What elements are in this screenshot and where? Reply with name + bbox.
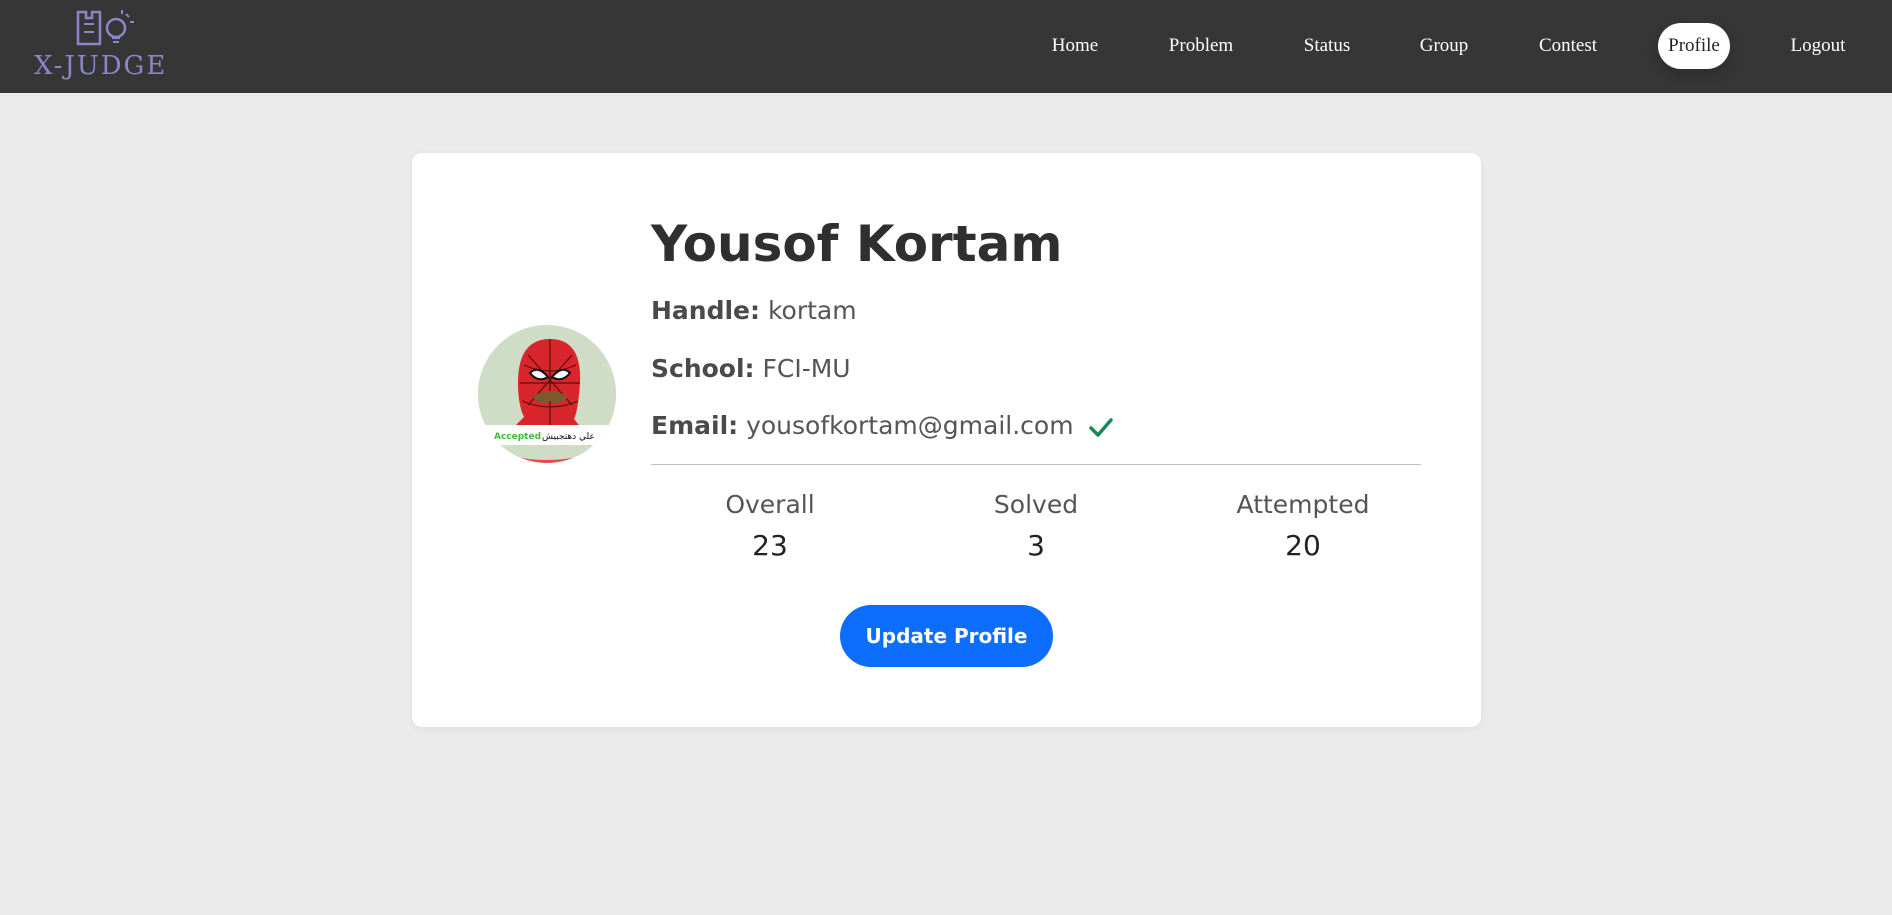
top-navbar: X-JUDGE Home Problem Status Group Contes… (0, 0, 1892, 93)
handle-label: Handle: (651, 296, 761, 325)
handle-row: Handle: kortam (651, 296, 857, 325)
profile-name: Yousof Kortam (651, 215, 1063, 273)
stat-attempted-label: Attempted (1236, 490, 1370, 519)
logo-text: X-JUDGE (34, 51, 168, 81)
svg-text:Accepted: Accepted (494, 432, 541, 442)
svg-text:علي دهتجبيش: علي دهتجبيش (542, 432, 595, 442)
nav-contest[interactable]: Contest (1536, 23, 1600, 69)
logo[interactable]: X-JUDGE (34, 8, 165, 81)
update-profile-button[interactable]: Update Profile (840, 605, 1053, 667)
divider (651, 464, 1421, 465)
logo-icon (76, 10, 134, 46)
stat-attempted-value: 20 (1285, 529, 1321, 562)
email-value: yousofkortam@gmail.com (746, 411, 1074, 440)
stat-attempted: Attempted 20 (1203, 490, 1403, 562)
nav-logout[interactable]: Logout (1788, 23, 1848, 69)
nav-home[interactable]: Home (1048, 23, 1102, 69)
avatar: Accepted علي دهتجبيش (478, 325, 616, 463)
school-value: FCI-MU (762, 354, 851, 383)
nav-problem[interactable]: Problem (1164, 23, 1238, 69)
profile-card: Accepted علي دهتجبيش Yousof Kortam Handl… (412, 153, 1481, 727)
stat-overall-label: Overall (725, 490, 815, 519)
stat-overall: Overall 23 (670, 490, 870, 562)
check-icon (1088, 418, 1113, 437)
handle-value: kortam (767, 296, 857, 325)
stat-overall-value: 23 (752, 529, 788, 562)
nav-status[interactable]: Status (1300, 23, 1354, 69)
stat-solved: Solved 3 (936, 490, 1136, 562)
stat-solved-label: Solved (993, 490, 1079, 519)
avatar-image: Accepted علي دهتجبيش (478, 325, 616, 463)
nav-group[interactable]: Group (1416, 23, 1472, 69)
school-label: School: (651, 354, 755, 383)
school-row: School: FCI-MU (651, 354, 851, 383)
email-row: Email: yousofkortam@gmail.com (651, 411, 1114, 440)
stat-solved-value: 3 (1027, 529, 1045, 562)
email-label: Email: (651, 411, 739, 440)
nav-profile[interactable]: Profile (1658, 23, 1730, 69)
